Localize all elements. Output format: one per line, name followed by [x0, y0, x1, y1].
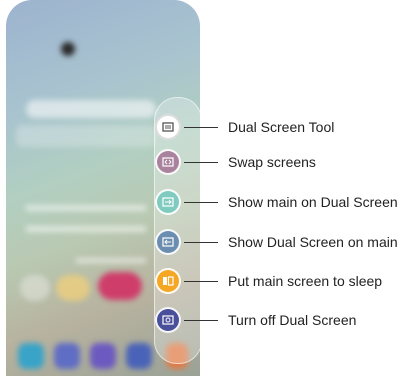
blurred-pill [20, 275, 50, 301]
turn-off-dual-button[interactable] [155, 307, 181, 333]
label-show-dual-on-main: Show Dual Screen on main [228, 234, 398, 250]
label-dual-screen-tool: Dual Screen Tool [228, 119, 335, 135]
blurred-pill [98, 272, 142, 300]
dual-screen-tool-icon [162, 122, 174, 132]
callout-line [184, 242, 218, 243]
turn-off-dual-icon [162, 315, 174, 325]
blurred-text [26, 226, 146, 232]
blurred-dock-icon [126, 343, 152, 369]
blurred-icon [61, 42, 75, 56]
blurred-dock-icon [54, 343, 80, 369]
show-dual-on-main-button[interactable] [155, 229, 181, 255]
blurred-text [76, 258, 146, 263]
swap-screens-button[interactable] [155, 149, 181, 175]
label-show-main-on-dual: Show main on Dual Screen [228, 194, 398, 210]
sleep-main-button[interactable] [155, 268, 181, 294]
callout-line [184, 162, 218, 163]
show-main-on-dual-button[interactable] [155, 189, 181, 215]
label-turn-off-dual: Turn off Dual Screen [228, 312, 357, 328]
swap-screens-icon [162, 157, 174, 167]
blurred-dock-icon [18, 343, 44, 369]
sleep-main-icon [163, 276, 174, 286]
callout-line [184, 202, 218, 203]
blurred-search-bar [26, 100, 156, 118]
blurred-dock-icon [90, 343, 116, 369]
label-sleep-main: Put main screen to sleep [228, 273, 383, 289]
blurred-card [16, 125, 156, 147]
label-swap-screens: Swap screens [228, 154, 316, 170]
callout-line [184, 320, 218, 321]
dual-screen-tool-button[interactable] [155, 114, 181, 140]
callout-line [184, 127, 218, 128]
blurred-text [26, 205, 146, 211]
show-dual-on-main-icon [162, 237, 174, 247]
blurred-pill [56, 275, 90, 301]
callout-line [184, 281, 218, 282]
show-main-on-dual-icon [162, 197, 174, 207]
